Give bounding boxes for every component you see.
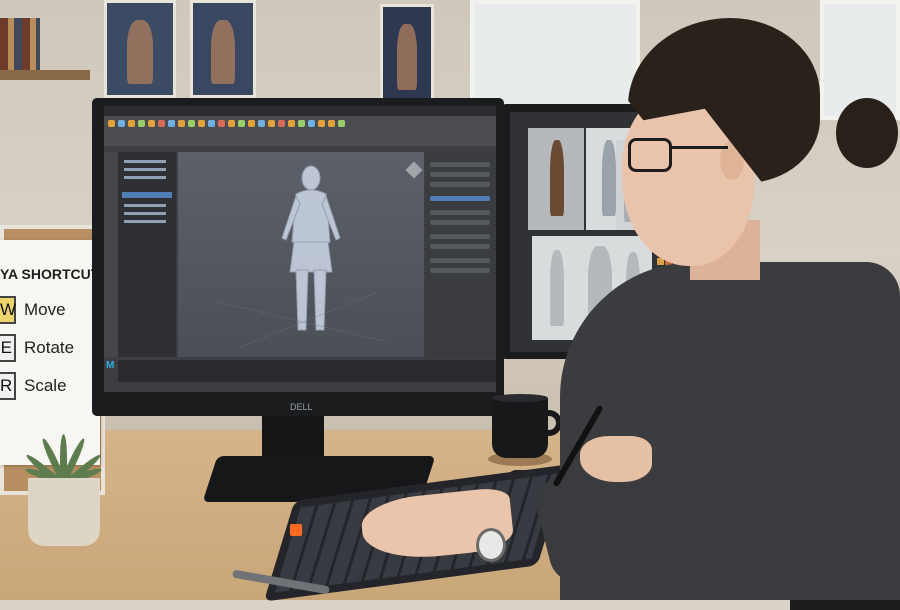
poster	[190, 0, 256, 98]
maya-logo-icon: M	[106, 360, 115, 371]
hair-bun	[836, 98, 898, 168]
poster	[104, 0, 176, 98]
maya-toolbox	[104, 152, 118, 357]
poster	[380, 4, 434, 104]
maya-outliner	[118, 152, 176, 357]
shortcut-row-rotate: E Rotate	[0, 334, 74, 362]
keyboard-escape-key[interactable]	[290, 524, 302, 536]
maya-shelf-toolbar	[104, 116, 496, 146]
plant-pot	[28, 478, 100, 546]
shortcut-action: Rotate	[24, 338, 75, 357]
shortcut-key: R	[0, 372, 16, 400]
shortcut-key: W	[0, 296, 16, 324]
shortcut-action: Scale	[24, 376, 67, 395]
reference-image	[528, 128, 584, 230]
shortcut-key: E	[0, 334, 16, 362]
maya-timeline	[118, 360, 496, 382]
mug-rim	[492, 394, 548, 402]
maya-attribute-editor	[426, 152, 496, 357]
books	[0, 18, 40, 70]
maya-viewport	[178, 152, 424, 357]
shortcut-action: Move	[24, 300, 66, 319]
monitor-brand-logo: DELL	[290, 402, 313, 412]
succulent-plant	[24, 404, 106, 489]
shortcut-row-scale: R Scale	[0, 372, 67, 400]
person-right-hand	[580, 436, 652, 482]
glasses-arm	[670, 146, 728, 149]
shortcut-row-move: W Move	[0, 296, 66, 324]
glasses	[628, 138, 672, 172]
window	[470, 0, 640, 110]
maya-menubar	[104, 106, 496, 116]
wristwatch	[476, 528, 506, 562]
character-model	[217, 165, 389, 349]
bookshelf	[0, 70, 90, 80]
